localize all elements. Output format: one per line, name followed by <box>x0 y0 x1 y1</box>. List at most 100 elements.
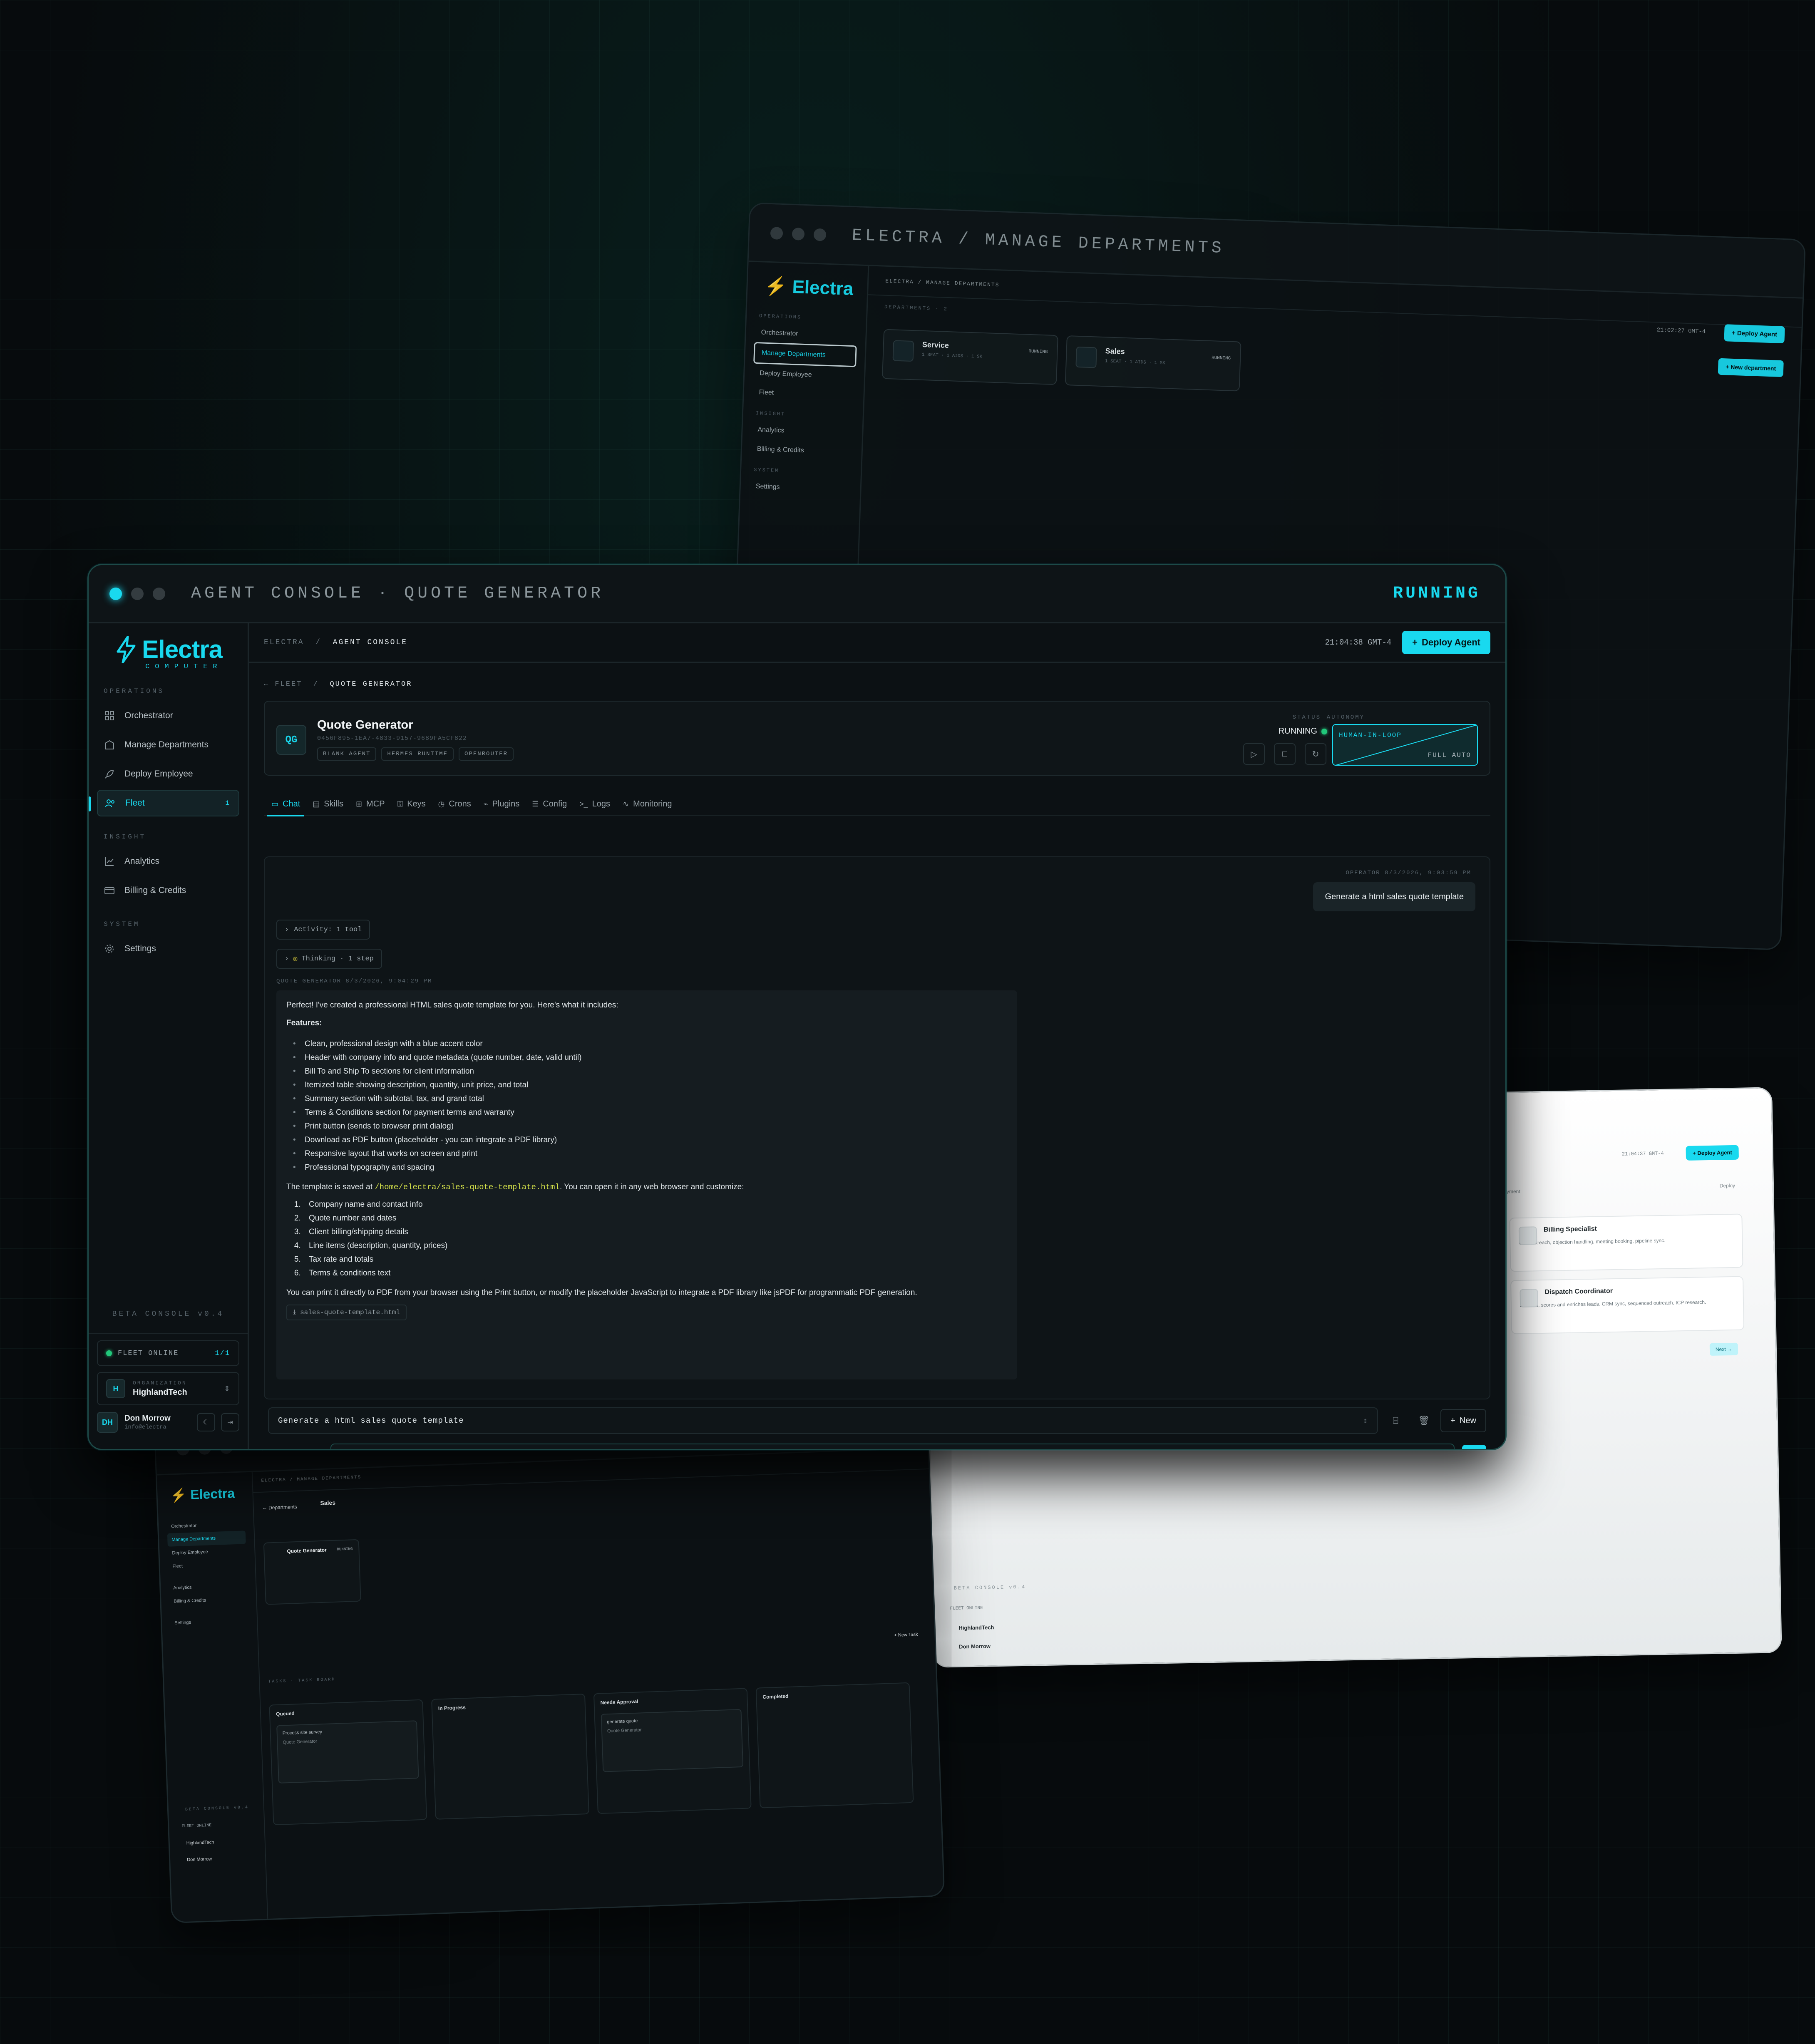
stop-icon[interactable]: □ <box>1274 743 1296 765</box>
tab-plugins[interactable]: ⌁ Plugins <box>484 792 519 816</box>
send-icon[interactable]: ➤ <box>1462 1445 1486 1449</box>
org-name: HighlandTech <box>133 1388 187 1397</box>
autonomy-toggle[interactable]: HUMAN-IN-LOOP FULL AUTO <box>1332 724 1478 766</box>
window-dot[interactable] <box>792 227 805 241</box>
prompt-history-select[interactable]: Generate a html sales quote template ⇕ <box>268 1407 1378 1434</box>
sidebar-item-manage-departments[interactable]: Manage Departments <box>97 732 239 758</box>
new-chat-button[interactable]: + New <box>1440 1409 1486 1432</box>
user-row: DH Don Morrow info@electra ☾ ⇥ <box>97 1412 239 1433</box>
agent-id: 0456F895-1EA7-4833-9157-9689FA5CF822 <box>317 735 467 742</box>
fleet-count-badge: 1 <box>225 799 229 807</box>
back-to-fleet-link[interactable]: ← FLEET <box>264 680 302 688</box>
sidebar-item-label: Orchestrator <box>124 711 173 720</box>
window-dot[interactable] <box>153 587 165 600</box>
sidebar-item-analytics[interactable]: Analytics <box>97 848 239 875</box>
department-card[interactable]: Sales 1 SEAT · 1 AIDS · 1 SK RUNNING <box>1065 335 1241 392</box>
autonomy-label: AUTONOMY <box>1326 714 1365 721</box>
logout-icon[interactable]: ⇥ <box>221 1413 239 1431</box>
employee-card[interactable]: Dispatch Coordinator Sources, scores and… <box>1510 1276 1745 1335</box>
selected-prompt: Generate a html sales quote template <box>278 1416 464 1425</box>
sidebar-item-fleet[interactable]: Fleet <box>168 1557 247 1573</box>
department-card[interactable]: Service 1 SEAT · 1 AIDS · 1 SK RUNNING <box>881 329 1058 385</box>
breadcrumb-root[interactable]: ELECTRA <box>264 638 304 647</box>
tab-logs[interactable]: >_ Logs <box>579 792 610 816</box>
tab-mcp[interactable]: ⊞ MCP <box>356 792 385 816</box>
deploy-agent-button[interactable]: + Deploy Agent <box>1686 1145 1739 1161</box>
attachment-chip[interactable]: ⤓ sales-quote-template.html <box>286 1305 407 1320</box>
sidebar-item-fleet[interactable]: Fleet <box>752 383 855 406</box>
fleet-status: FLEET ONLINE 1/1 <box>97 1340 239 1366</box>
attachment-name: sales-quote-template.html <box>300 1309 400 1316</box>
agent-card[interactable]: Quote Generator RUNNING <box>263 1539 361 1605</box>
chevron-right-icon: › <box>285 955 289 963</box>
deploy-agent-button[interactable]: + Deploy Agent <box>1402 631 1490 654</box>
sidebar-item-settings[interactable]: Settings <box>170 1614 249 1630</box>
window-dot[interactable] <box>770 226 783 240</box>
tag-runtime: HERMES RUNTIME <box>381 747 454 761</box>
autonomy-full-auto: FULL AUTO <box>1428 752 1471 759</box>
deploy-agent-button[interactable]: + Deploy Agent <box>1724 324 1785 344</box>
tab-chat[interactable]: ▭ Chat <box>267 792 305 816</box>
deploy-agent-label: Deploy Agent <box>1422 637 1480 647</box>
sidebar-item-billing[interactable]: Billing & Credits <box>97 877 239 904</box>
thinking-toggle[interactable]: › ◎ Thinking · 1 step <box>276 949 382 969</box>
window-dot[interactable] <box>109 587 122 600</box>
list-item: Company name and contact info <box>303 1199 1007 1211</box>
new-department-button[interactable]: + New department <box>1718 358 1784 377</box>
archive-icon[interactable]: ⌸ <box>1385 1410 1406 1431</box>
features-list: Clean, professional design with a blue a… <box>293 1038 1007 1174</box>
status-badge: RUNNING <box>1211 355 1231 361</box>
sidebar-item-billing[interactable]: Billing & Credits <box>169 1592 248 1608</box>
play-icon[interactable]: ▷ <box>1243 743 1265 765</box>
tab-skills[interactable]: ▤ Skills <box>313 792 343 816</box>
chevron-updown-icon: ⇕ <box>1363 1416 1368 1426</box>
window-dot[interactable] <box>131 587 144 600</box>
agent-name: Quote Generator <box>317 718 413 732</box>
rocket-icon <box>105 769 114 779</box>
task-card[interactable]: Process site survey Quote Generator <box>276 1720 419 1784</box>
message-input[interactable] <box>330 1444 1455 1449</box>
sidebar: ⚡ Electra Orchestrator Manage Department… <box>156 1472 268 1922</box>
new-task-button[interactable]: + New Task <box>894 1632 918 1638</box>
beta-label: BETA CONSOLE v0.4 <box>112 1310 224 1318</box>
pulse-icon: ∿ <box>623 799 629 808</box>
list-item: Professional typography and spacing <box>293 1162 1007 1174</box>
window-dot[interactable] <box>813 228 827 241</box>
tab-config[interactable]: ☰ Config <box>532 792 567 816</box>
bot-message-meta: QUOTE GENERATOR 8/3/2026, 9:04:29 PM <box>276 978 432 985</box>
tab-keys[interactable]: ⚿ Keys <box>397 792 426 816</box>
status-value: RUNNING <box>1279 727 1327 736</box>
tab-monitoring[interactable]: ∿ Monitoring <box>623 792 672 816</box>
operator-message-meta: OPERATOR 8/3/2026, 9:03:59 PM <box>1346 870 1471 876</box>
task-title: generate quote <box>607 1718 638 1725</box>
agent-header-card: QG Quote Generator 0456F895-1EA7-4833-91… <box>264 701 1490 776</box>
assistant-message: Perfect! I've created a professional HTM… <box>276 990 1017 1379</box>
gear-icon <box>105 945 114 953</box>
sidebar-item-settings[interactable]: Settings <box>749 477 852 500</box>
task-card[interactable]: generate quote Quote Generator <box>601 1709 744 1772</box>
tab-crons[interactable]: ◷ Crons <box>438 792 471 816</box>
sidebar-item-settings[interactable]: Settings <box>97 935 239 962</box>
restart-icon[interactable]: ↻ <box>1305 743 1326 765</box>
activity-toggle[interactable]: › Activity: 1 tool <box>276 920 370 940</box>
fleet-online-label: FLEET ONLINE <box>118 1349 179 1357</box>
back-button[interactable]: ← Departments <box>262 1504 297 1511</box>
users-icon <box>105 799 114 807</box>
sidebar-item-orchestrator[interactable]: Orchestrator <box>97 702 239 729</box>
agent-tabs: ▭ Chat ▤ Skills ⊞ MCP ⚿ Keys ◷ Crons ⌁ Plugins… <box>264 792 1490 816</box>
theme-toggle-icon[interactable]: ☾ <box>197 1413 215 1431</box>
kanban-column-needs-approval: Needs Approval generate quote Quote Gene… <box>593 1688 752 1814</box>
titlebar: AGENT CONSOLE · QUOTE GENERATOR RUNNING <box>89 565 1505 623</box>
trash-icon[interactable]: 🗑︎ <box>1413 1410 1435 1431</box>
list-item: Client billing/shipping details <box>303 1226 1007 1238</box>
next-button[interactable]: Next → <box>1709 1342 1738 1356</box>
sidebar-item-billing[interactable]: Billing & Credits <box>750 439 853 462</box>
sidebar-item-deploy-employee[interactable]: Deploy Employee <box>97 761 239 787</box>
org-switcher[interactable]: H ORGANIZATION HighlandTech ⇕ <box>97 1372 239 1405</box>
sidebar-item-fleet[interactable]: Fleet 1 <box>89 790 239 816</box>
running-indicator <box>1321 728 1327 734</box>
new-chat-label: New <box>1459 1416 1476 1425</box>
sidebar-item-manage-departments[interactable]: Manage Departments <box>753 342 857 367</box>
employee-card[interactable]: Billing Specialist Cold outreach, object… <box>1509 1213 1743 1272</box>
column-title: Completed <box>762 1693 789 1700</box>
